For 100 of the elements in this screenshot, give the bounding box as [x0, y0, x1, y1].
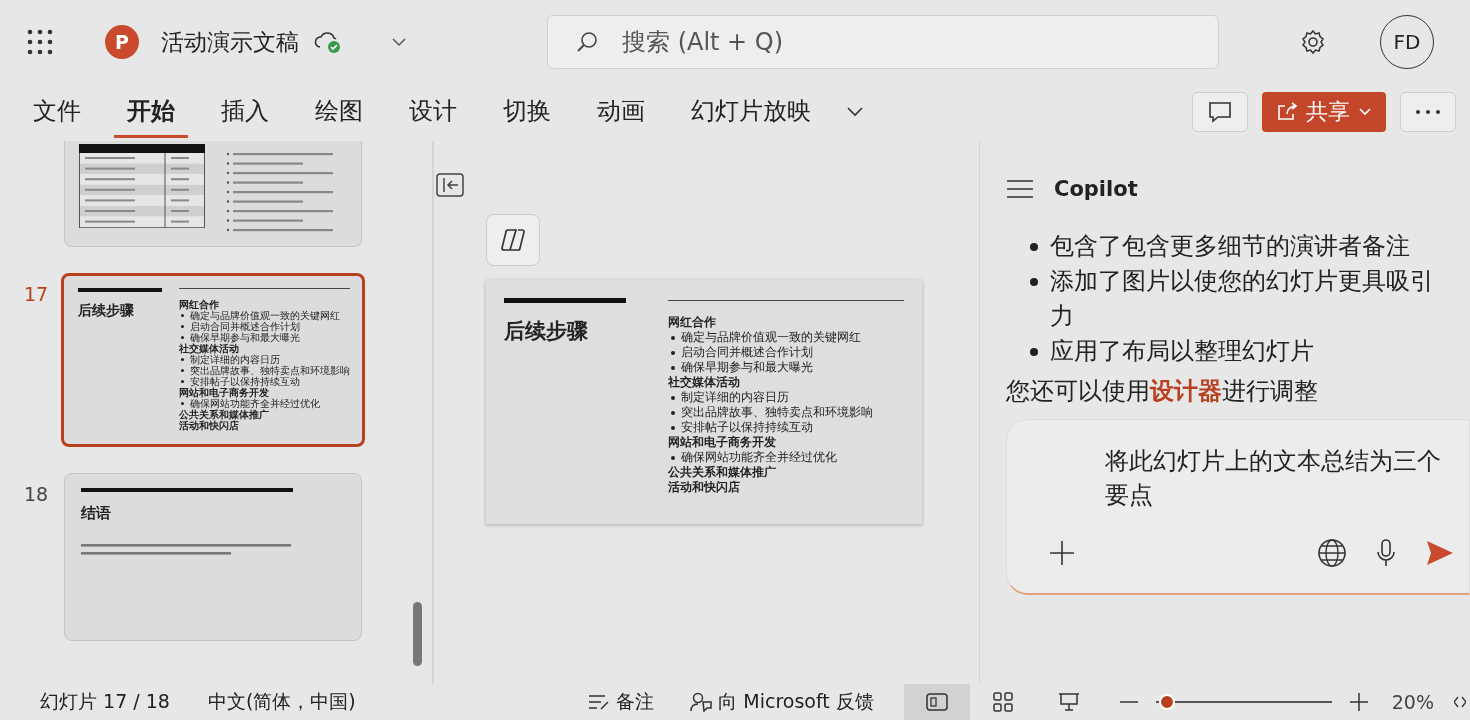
- slide-title: 结语: [81, 504, 112, 523]
- send-icon[interactable]: [1425, 539, 1455, 567]
- chevron-down-icon: [1358, 107, 1372, 117]
- share-button[interactable]: 共享: [1262, 92, 1386, 132]
- slide-text: 网站和电子商务开发: [179, 387, 269, 398]
- slide-text: 网站和电子商务开发: [668, 435, 776, 450]
- slide-text: 制定详细的内容日历: [680, 390, 789, 405]
- ribbon-tab[interactable]: 文件: [20, 86, 94, 138]
- slide-text: 制定详细的内容日历: [189, 354, 280, 365]
- slide-text: 社交媒体活动: [668, 375, 740, 390]
- slide-text: 确保网站功能齐全并经过优化: [680, 450, 837, 465]
- slide-title: 后续步骤: [504, 318, 589, 345]
- slide-text: 公共关系和媒体推广: [668, 465, 776, 480]
- slide-text: 确定与品牌价值观一致的关键网红: [190, 310, 340, 321]
- zoom-in-icon[interactable]: [1349, 693, 1368, 711]
- microphone-icon[interactable]: [1375, 538, 1397, 568]
- slide-text: 活动和快闪店: [668, 480, 740, 495]
- slide-text: 安排帖子以保持持续互动: [680, 420, 813, 435]
- message-text: 您还可以使用设计器进行调整: [1006, 376, 1319, 407]
- comment-icon: [1207, 100, 1233, 124]
- document-title[interactable]: 活动演示文稿: [161, 26, 299, 58]
- ribbon-tab[interactable]: 切换: [490, 86, 564, 138]
- bullet-icon: [671, 395, 675, 400]
- slide-text: 突出品牌故事、独特卖点和环境影响: [190, 365, 350, 376]
- slide-number: 17: [24, 283, 50, 305]
- presentation-icon: [1057, 692, 1080, 712]
- normal-view-icon: [925, 693, 948, 711]
- slide-text: 突出品牌故事、独特卖点和环境影响: [680, 405, 873, 420]
- bullet-icon: [1030, 348, 1038, 356]
- feedback-button[interactable]: 向 Microsoft 反馈: [684, 688, 880, 716]
- slide-text: 公共关系和媒体推广: [179, 409, 269, 420]
- slide-title: 后续步骤: [78, 302, 135, 320]
- ribbon-tab[interactable]: 设计: [396, 86, 470, 138]
- search-field[interactable]: 搜索 (Alt + Q): [547, 15, 1219, 69]
- slide-text: 网红合作: [179, 299, 219, 310]
- slide-thumbnail[interactable]: 后续步骤 网红合作 确定与品牌价值观一致的关键网红 启动合同并概述合作计划 确保早期参与和最大曝光 社交媒体活动 制定详细的内容日历 突出品牌故事、独特卖点和环境影响 安排帖子以保持持续互动 网站和电子商务开发 确保网站功能齐全并经过优化 公共关系和媒体推广 活动和快闪店: [61, 273, 365, 447]
- notes-icon: [588, 693, 611, 711]
- copilot-icon: [499, 226, 527, 254]
- language-status[interactable]: 中文(简体，中国): [207, 689, 356, 715]
- slide-thumbnail[interactable]: 结语: [64, 473, 362, 641]
- bullet-icon: [181, 314, 184, 317]
- slide-text: 确保早期参与和最大曝光: [190, 332, 300, 343]
- ribbon-tab[interactable]: 开始: [114, 86, 188, 138]
- ribbon-tab[interactable]: 幻灯片放映: [678, 86, 824, 138]
- slide-text: 确定与品牌价值观一致的关键网红: [680, 330, 861, 345]
- bullet-icon: [671, 425, 675, 430]
- slide-text: 活动和快闪店: [179, 420, 239, 431]
- chevron-down-icon[interactable]: [846, 106, 864, 118]
- slide-canvas[interactable]: 后续步骤 网红合作 确定与品牌价值观一致的关键网红 启动合同并概述合作计划 确保早期参与和最大曝光 社交媒体活动 制定详细的内容日历 突出品牌故事、独特卖点和环境影响 安排帖子以保持持续互动 网站和电子商务开发 确保网站功能齐全并经过优化 公共关系和媒体推广 活动和快闪店: [486, 280, 922, 524]
- notes-button[interactable]: 备注: [582, 688, 661, 716]
- zoom-out-icon[interactable]: [1119, 700, 1138, 704]
- message-text: 应用了布局以整理幻灯片: [1050, 336, 1315, 367]
- slide-text: 确保网站功能齐全并经过优化: [190, 398, 320, 409]
- plus-icon[interactable]: [1049, 540, 1075, 566]
- slide-text: 启动合同并概述合作计划: [189, 321, 300, 332]
- chevron-down-icon[interactable]: [391, 37, 407, 47]
- bullet-icon: [671, 335, 675, 340]
- slider-thumb[interactable]: [1159, 694, 1176, 710]
- search-icon: [575, 30, 599, 54]
- comment-button[interactable]: [1192, 92, 1248, 132]
- bullet-icon: [1030, 243, 1038, 251]
- globe-icon[interactable]: [1317, 538, 1347, 568]
- more-icon: [1415, 109, 1441, 115]
- slide-number: 18: [24, 483, 50, 505]
- grid-icon: [992, 692, 1013, 712]
- panel-title: Copilot: [1054, 177, 1138, 201]
- bullet-icon: [671, 350, 675, 355]
- bullet-icon: [181, 336, 184, 339]
- bullet-icon: [671, 410, 675, 415]
- feedback-icon: [690, 692, 713, 712]
- zoom-level[interactable]: 20%: [1391, 691, 1434, 713]
- share-icon: [1276, 102, 1298, 122]
- app-logo: P: [105, 25, 139, 59]
- ribbon-tab[interactable]: 动画: [584, 86, 658, 138]
- slide-text: 网红合作: [668, 315, 716, 330]
- slide-thumbnail[interactable]: [64, 141, 362, 247]
- scrollbar-thumb[interactable]: [413, 602, 422, 666]
- slide-text: 社交媒体活动: [179, 343, 239, 354]
- bullet-icon: [181, 380, 184, 383]
- normal-view-button[interactable]: [903, 684, 970, 720]
- bullet-icon: [671, 455, 675, 460]
- ribbon-tab[interactable]: 插入: [208, 86, 282, 138]
- message-text: 包含了包含更多细节的演讲者备注: [1050, 231, 1411, 262]
- settings-icon[interactable]: [1299, 28, 1327, 56]
- prompt-text: 将此幻灯片上的文本总结为三个要点: [1105, 446, 1442, 511]
- copilot-button[interactable]: [486, 214, 540, 266]
- cloud-saved-icon: [313, 29, 343, 55]
- slide-text: 确保早期参与和最大曝光: [680, 360, 813, 375]
- bullet-icon: [181, 402, 184, 405]
- bullet-icon: [181, 369, 184, 372]
- app-launcher-icon[interactable]: [27, 29, 53, 55]
- ribbon-tab[interactable]: 绘图: [302, 86, 376, 138]
- slide-text: 安排帖子以保持持续互动: [190, 376, 300, 387]
- slide-text: 启动合同并概述合作计划: [680, 345, 813, 360]
- prompt-field[interactable]: 将此幻灯片上的文本总结为三个要点: [1006, 419, 1470, 595]
- menu-icon[interactable]: [1006, 179, 1034, 199]
- message-text: 添加了图片以使您的幻灯片更具吸引力: [1050, 266, 1435, 332]
- collapse-panel-icon[interactable]: [436, 173, 464, 197]
- slide-counter: 幻灯片 17 / 18: [40, 689, 170, 714]
- bullet-icon: [671, 365, 675, 370]
